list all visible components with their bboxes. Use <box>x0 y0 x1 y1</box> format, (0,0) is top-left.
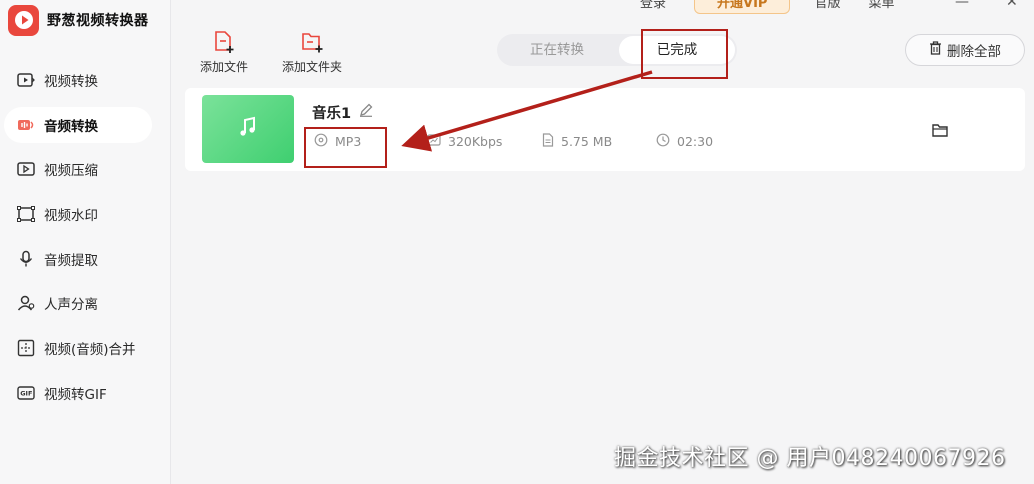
site-watermark: 掘金技术社区 @ 用户048240067926 <box>614 446 1006 471</box>
annotation-arrow <box>401 70 653 152</box>
